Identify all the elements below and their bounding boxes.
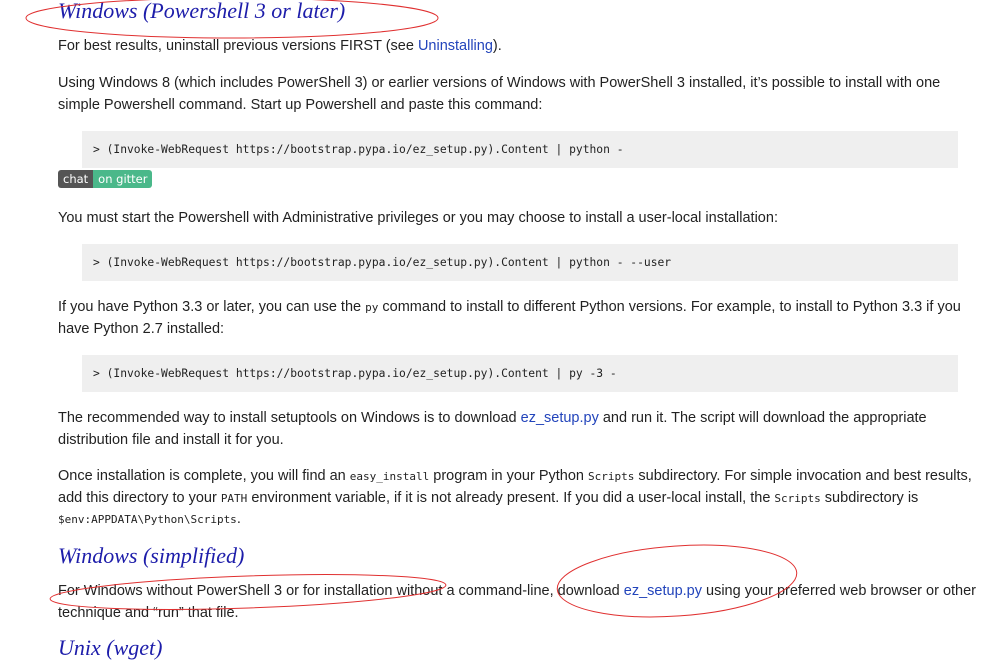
uninstalling-link[interactable]: Uninstalling <box>418 38 493 54</box>
inline-code-appdata-path: $env:APPDATA\Python\Scripts <box>58 513 237 526</box>
section-title-simplified: Windows (simplified) <box>58 543 245 568</box>
paragraph-recommended: The recommended way to install setuptool… <box>58 410 927 448</box>
badge-gitter-label: on gitter <box>93 170 153 188</box>
paragraph-uninstall-note: For best results, uninstall previous ver… <box>58 38 502 54</box>
paragraph-admin-privileges: You must start the Powershell with Admin… <box>58 210 778 226</box>
inline-code-scripts-2: Scripts <box>774 491 821 505</box>
inline-code-scripts: Scripts <box>588 470 635 483</box>
ez-setup-link-2[interactable]: ez_setup.py <box>624 583 702 599</box>
paragraph-py-launcher: If you have Python 3.3 or later, you can… <box>58 299 961 337</box>
inline-code-py: py <box>365 301 379 314</box>
ez-setup-link[interactable]: ez_setup.py <box>521 410 599 426</box>
paragraph-windows8: Using Windows 8 (which includes PowerShe… <box>58 75 941 113</box>
code-block-install: > (Invoke-WebRequest https://bootstrap.p… <box>82 131 958 168</box>
paragraph-installation-complete: Once installation is complete, you will … <box>58 468 972 527</box>
gitter-chat-badge[interactable]: chat on gitter <box>58 170 153 188</box>
badge-chat-label: chat <box>58 170 94 188</box>
paragraph-simplified: For Windows without PowerShell 3 or for … <box>58 583 977 621</box>
section-title-powershell: Windows (Powershell 3 or later) <box>58 0 346 23</box>
code-block-py3: > (Invoke-WebRequest https://bootstrap.p… <box>82 355 958 392</box>
code-block-user-install: > (Invoke-WebRequest https://bootstrap.p… <box>82 244 958 281</box>
inline-code-easy-install: easy_install <box>349 470 430 483</box>
section-title-unix: Unix (wget) <box>58 635 163 660</box>
inline-code-path: PATH <box>220 491 248 505</box>
